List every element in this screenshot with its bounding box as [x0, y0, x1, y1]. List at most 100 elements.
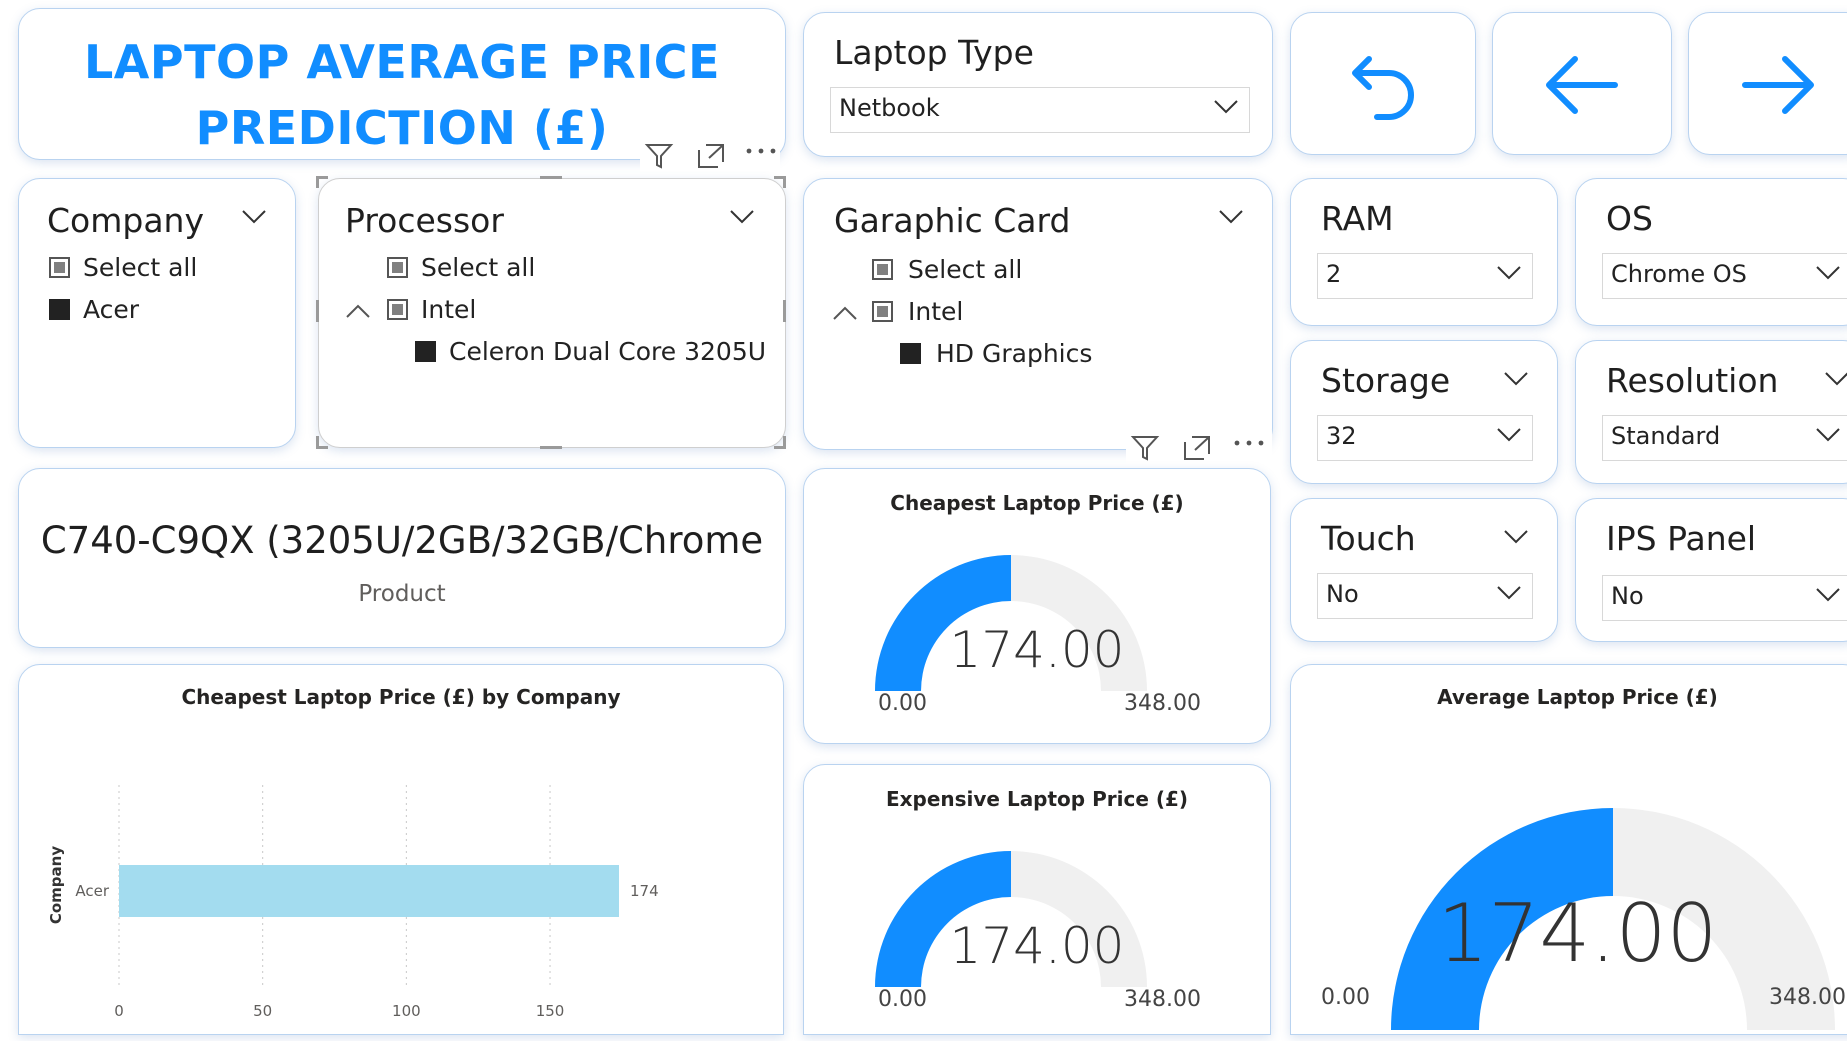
intel-label[interactable]: Intel: [908, 297, 963, 326]
chevron-down-icon: [1214, 100, 1238, 114]
company-label: Company: [47, 201, 204, 240]
hd-graphics-checkbox[interactable]: [900, 343, 921, 364]
os-label: OS: [1606, 199, 1653, 238]
storage-value: 32: [1326, 422, 1357, 450]
ips-panel-slicer: IPS Panel No: [1575, 498, 1847, 642]
gauge-min: 0.00: [878, 691, 927, 716]
product-caption: Product: [358, 581, 446, 607]
touch-dropdown[interactable]: No: [1317, 573, 1533, 619]
average-price-gauge: Average Laptop Price (£) 174.00 0.00 348…: [1290, 664, 1847, 1035]
chevron-up-icon[interactable]: [832, 305, 858, 321]
chevron-down-icon: [1497, 266, 1521, 280]
undo-button[interactable]: [1290, 12, 1476, 155]
back-button[interactable]: [1492, 12, 1672, 155]
os-dropdown[interactable]: Chrome OS: [1602, 253, 1847, 299]
cheapest-price-gauge: Cheapest Laptop Price (£) 174.00 0.00 34…: [803, 468, 1271, 744]
gauge-value: 174.00: [949, 621, 1125, 679]
resize-handle[interactable]: [316, 176, 319, 188]
resolution-dropdown[interactable]: Standard: [1602, 415, 1847, 461]
bar-acer: [119, 865, 619, 917]
acer-label[interactable]: Acer: [83, 295, 139, 324]
undo-icon: [1352, 56, 1414, 120]
graphic-card-slicer: Garaphic Card Select all Intel HD Graphi…: [803, 178, 1273, 450]
touch-label: Touch: [1321, 519, 1416, 558]
chevron-down-icon: [1816, 266, 1840, 280]
select-all-label[interactable]: Select all: [908, 255, 1022, 284]
more-options-icon[interactable]: [1232, 438, 1266, 448]
ram-dropdown[interactable]: 2: [1317, 253, 1533, 299]
processor-slicer: Processor Select all Intel Celeron Dual …: [318, 178, 786, 448]
laptop-type-label: Laptop Type: [834, 33, 1034, 72]
resolution-value: Standard: [1611, 422, 1721, 450]
focus-mode-icon[interactable]: [1182, 434, 1212, 462]
product-card: C740-C9QX (3205U/2GB/32GB/Chrome Product: [18, 468, 786, 648]
resize-handle[interactable]: [783, 300, 786, 322]
select-all-checkbox[interactable]: [49, 257, 70, 278]
gauge-max: 348.00: [1124, 987, 1201, 1012]
focus-mode-icon[interactable]: [696, 142, 726, 170]
resize-handle[interactable]: [783, 436, 786, 448]
resize-handle[interactable]: [316, 436, 319, 448]
arrow-right-icon: [1742, 56, 1814, 114]
laptop-type-slicer: Laptop Type Netbook: [803, 12, 1273, 157]
visual-header-toolbar: [1126, 430, 1272, 464]
chevron-down-icon[interactable]: [241, 209, 267, 225]
gauge-min: 0.00: [1321, 985, 1370, 1010]
os-slicer: OS Chrome OS: [1575, 178, 1847, 326]
chevron-down-icon[interactable]: [1218, 209, 1244, 225]
x-tick-label: 50: [253, 1002, 272, 1020]
resize-handle[interactable]: [316, 300, 319, 322]
x-tick-label: 100: [392, 1002, 421, 1020]
filter-icon[interactable]: [644, 142, 674, 170]
intel-label[interactable]: Intel: [421, 295, 476, 324]
gauge-value: 174.00: [1437, 887, 1718, 980]
touch-slicer: Touch No: [1290, 498, 1558, 642]
more-options-icon[interactable]: [744, 146, 778, 156]
chevron-down-icon: [1816, 588, 1840, 602]
chevron-down-icon: [1497, 586, 1521, 600]
os-value: Chrome OS: [1611, 260, 1747, 288]
resize-handle[interactable]: [783, 176, 786, 188]
bar-chart-svg: 0 50 100 150 Company Acer 174: [47, 785, 659, 1020]
ips-panel-label: IPS Panel: [1606, 519, 1757, 558]
data-label: 174: [630, 882, 659, 900]
select-all-label[interactable]: Select all: [83, 253, 197, 282]
chevron-down-icon[interactable]: [729, 209, 755, 225]
ips-panel-value: No: [1611, 582, 1644, 610]
cheapest-by-company-chart: Cheapest Laptop Price (£) by Company 0 50…: [18, 664, 784, 1035]
gauge-max: 348.00: [1769, 985, 1846, 1010]
storage-dropdown[interactable]: 32: [1317, 415, 1533, 461]
chevron-down-icon[interactable]: [1824, 371, 1847, 387]
ips-panel-dropdown[interactable]: No: [1602, 575, 1847, 621]
chevron-down-icon[interactable]: [1503, 371, 1529, 387]
celeron-checkbox[interactable]: [415, 341, 436, 362]
ram-value: 2: [1326, 260, 1342, 288]
resolution-slicer: Resolution Standard: [1575, 340, 1847, 484]
category-label: Acer: [75, 882, 109, 900]
intel-checkbox[interactable]: [872, 301, 893, 322]
select-all-label[interactable]: Select all: [421, 253, 535, 282]
chevron-up-icon[interactable]: [345, 303, 371, 319]
visual-header-toolbar: [640, 138, 780, 172]
laptop-type-dropdown[interactable]: Netbook: [830, 87, 1250, 133]
chevron-down-icon: [1816, 428, 1840, 442]
gauge-svg: [1391, 808, 1835, 1030]
select-all-checkbox[interactable]: [872, 259, 893, 280]
ram-label: RAM: [1321, 199, 1394, 238]
celeron-label[interactable]: Celeron Dual Core 3205U: [449, 337, 766, 366]
resolution-label: Resolution: [1606, 361, 1779, 400]
forward-button[interactable]: [1688, 12, 1847, 155]
hd-graphics-label[interactable]: HD Graphics: [936, 339, 1092, 368]
chevron-down-icon[interactable]: [1503, 529, 1529, 545]
x-tick-label: 150: [536, 1002, 565, 1020]
resize-handle[interactable]: [540, 176, 562, 179]
filter-icon[interactable]: [1130, 434, 1160, 462]
resize-handle[interactable]: [540, 446, 562, 449]
gauge-min: 0.00: [878, 987, 927, 1012]
acer-checkbox[interactable]: [49, 299, 70, 320]
select-all-checkbox[interactable]: [387, 257, 408, 278]
intel-checkbox[interactable]: [387, 299, 408, 320]
gauge-max: 348.00: [1124, 691, 1201, 716]
y-axis-label: Company: [47, 846, 65, 924]
product-name: C740-C9QX (3205U/2GB/32GB/Chrome: [40, 519, 764, 562]
